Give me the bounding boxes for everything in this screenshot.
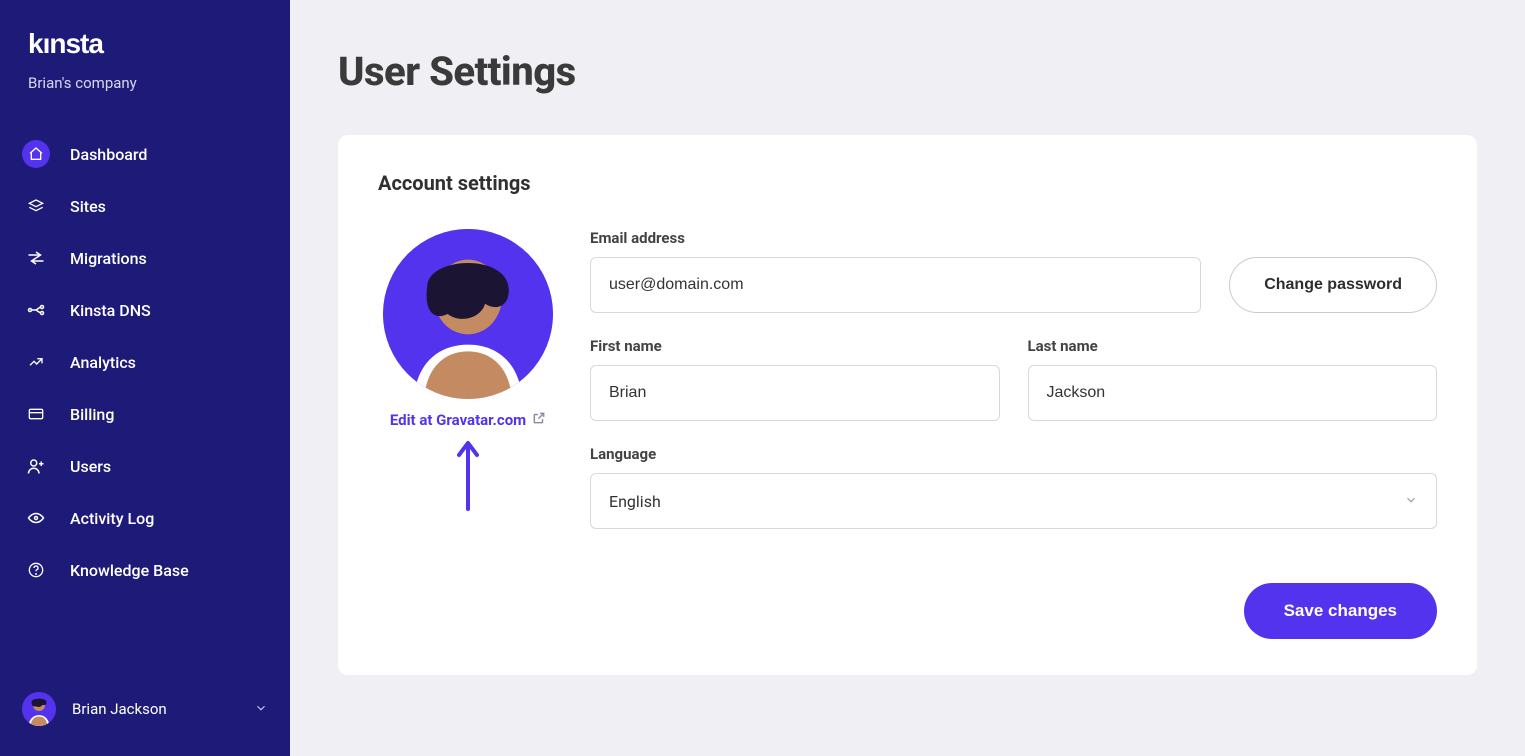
- account-settings-card: Account settings Edit at Gravatar.com: [338, 135, 1477, 675]
- sidebar-item-dns[interactable]: Kinsta DNS: [0, 284, 290, 336]
- billing-icon: [22, 400, 50, 428]
- sidebar-item-label: Kinsta DNS: [70, 301, 151, 320]
- sidebar-user-menu[interactable]: Brian Jackson: [0, 682, 290, 736]
- sidebar: kınsta Brian's company Dashboard Sites M…: [0, 0, 290, 756]
- dns-icon: [22, 296, 50, 324]
- sidebar-item-label: Billing: [70, 405, 114, 424]
- last-name-field[interactable]: [1028, 365, 1438, 421]
- sidebar-item-sites[interactable]: Sites: [0, 180, 290, 232]
- main-content: User Settings Account settings Edit at G…: [290, 0, 1525, 756]
- eye-icon: [22, 504, 50, 532]
- company-name: Brian's company: [0, 60, 290, 100]
- sidebar-item-kb[interactable]: Knowledge Base: [0, 544, 290, 596]
- external-link-icon: [532, 411, 546, 429]
- analytics-icon: [22, 348, 50, 376]
- sidebar-item-analytics[interactable]: Analytics: [0, 336, 290, 388]
- help-icon: [22, 556, 50, 584]
- gravatar-link-label: Edit at Gravatar.com: [390, 411, 526, 429]
- language-value: English: [609, 492, 661, 511]
- email-label: Email address: [590, 229, 1201, 247]
- sidebar-item-label: Users: [70, 457, 111, 476]
- language-select[interactable]: English: [590, 473, 1437, 529]
- sidebar-item-users[interactable]: Users: [0, 440, 290, 492]
- avatar-column: Edit at Gravatar.com: [378, 229, 558, 515]
- sidebar-item-label: Sites: [70, 197, 106, 216]
- migrate-icon: [22, 244, 50, 272]
- sidebar-item-label: Migrations: [70, 249, 147, 268]
- first-name-field[interactable]: [590, 365, 1000, 421]
- layers-icon: [22, 192, 50, 220]
- fields-column: Email address Change password First name…: [590, 229, 1437, 639]
- save-changes-button[interactable]: Save changes: [1244, 583, 1437, 639]
- page-title: User Settings: [338, 48, 1477, 95]
- sidebar-item-label: Analytics: [70, 353, 136, 372]
- chevron-down-icon: [1404, 492, 1418, 511]
- last-name-label: Last name: [1028, 337, 1438, 355]
- edit-gravatar-link[interactable]: Edit at Gravatar.com: [390, 411, 546, 429]
- users-icon: [22, 452, 50, 480]
- chevron-down-icon: [254, 700, 268, 719]
- sidebar-nav: Dashboard Sites Migrations Kinsta DNS An: [0, 128, 290, 596]
- home-icon: [22, 140, 50, 168]
- annotation-arrow: [455, 439, 481, 515]
- sidebar-item-label: Dashboard: [70, 145, 147, 164]
- email-field[interactable]: [590, 257, 1201, 313]
- avatar-icon: [22, 692, 56, 726]
- sidebar-item-billing[interactable]: Billing: [0, 388, 290, 440]
- sidebar-item-label: Knowledge Base: [70, 561, 189, 580]
- sidebar-user-name: Brian Jackson: [72, 700, 238, 718]
- change-password-button[interactable]: Change password: [1229, 257, 1437, 313]
- sidebar-item-migrations[interactable]: Migrations: [0, 232, 290, 284]
- language-label: Language: [590, 445, 1437, 463]
- sidebar-item-label: Activity Log: [70, 509, 154, 528]
- first-name-label: First name: [590, 337, 1000, 355]
- section-title: Account settings: [378, 171, 1437, 195]
- sidebar-item-dashboard[interactable]: Dashboard: [0, 128, 290, 180]
- avatar: [383, 229, 553, 399]
- sidebar-item-activity[interactable]: Activity Log: [0, 492, 290, 544]
- brand-logo: kınsta: [0, 28, 290, 60]
